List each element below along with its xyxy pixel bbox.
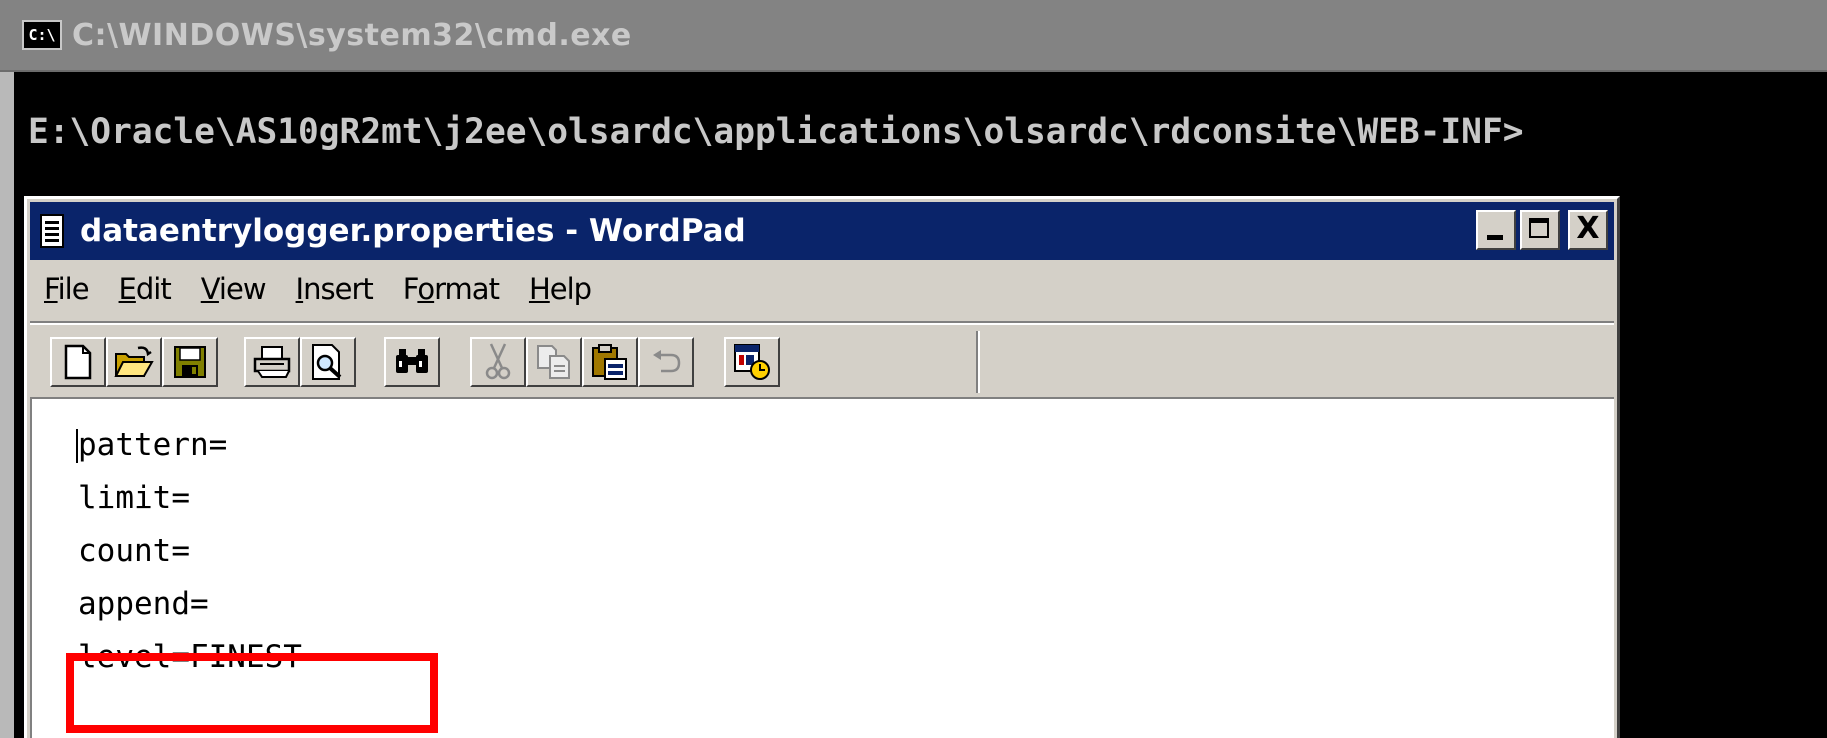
menu-edit[interactable]: Edit xyxy=(119,272,172,306)
new-document-icon xyxy=(64,344,92,380)
minimize-button[interactable] xyxy=(1476,210,1516,250)
paste-icon xyxy=(592,344,627,380)
print-button[interactable] xyxy=(244,337,300,387)
open-folder-icon xyxy=(114,346,154,377)
wordpad-document-icon xyxy=(40,214,64,248)
cmd-window-title: C:\WINDOWS\system32\cmd.exe xyxy=(72,17,632,53)
standard-toolbar xyxy=(38,331,980,393)
doc-line: pattern= xyxy=(78,427,228,463)
find-button[interactable] xyxy=(384,337,440,387)
paste-button[interactable] xyxy=(582,337,638,387)
print-preview-icon xyxy=(312,344,342,380)
save-disk-icon xyxy=(174,346,206,378)
menu-format[interactable]: Format xyxy=(403,272,500,306)
close-button[interactable]: X xyxy=(1568,210,1608,250)
wordpad-window: dataentrylogger.properties - WordPad X F… xyxy=(24,196,1620,738)
cmd-title-bar[interactable]: C:\ C:\WINDOWS\system32\cmd.exe xyxy=(0,0,1827,72)
doc-line: count= xyxy=(78,533,190,569)
document-editor[interactable]: pattern= limit= count= append= level=FINEST xyxy=(30,397,1614,738)
red-highlight-annotation xyxy=(66,653,438,733)
menu-bar: File Edit View Insert Format Help xyxy=(30,263,1614,315)
menu-file[interactable]: File xyxy=(44,272,90,306)
scissors-icon xyxy=(485,343,511,380)
doc-line: append= xyxy=(78,586,209,622)
new-button[interactable] xyxy=(50,337,106,387)
date-time-icon xyxy=(734,344,770,380)
printer-icon xyxy=(253,346,291,378)
wordpad-window-title: dataentrylogger.properties - WordPad xyxy=(80,213,746,249)
menu-insert[interactable]: Insert xyxy=(296,272,374,306)
cmd-prompt-line: E:\Oracle\AS10gR2mt\j2ee\olsardc\applica… xyxy=(28,112,1524,152)
save-button[interactable] xyxy=(162,337,218,387)
binoculars-icon xyxy=(396,349,428,373)
copy-button[interactable] xyxy=(526,337,582,387)
copy-icon xyxy=(537,345,570,379)
open-button[interactable] xyxy=(106,337,162,387)
cmd-app-icon: C:\ xyxy=(22,20,62,50)
menu-help[interactable]: Help xyxy=(529,272,592,306)
wordpad-title-bar[interactable]: dataentrylogger.properties - WordPad X xyxy=(30,202,1614,260)
undo-button[interactable] xyxy=(638,337,694,387)
document-text: pattern= limit= count= append= level=FINEST xyxy=(78,419,302,684)
menu-view[interactable]: View xyxy=(201,272,267,306)
undo-icon xyxy=(653,350,681,373)
toolbar-band xyxy=(30,321,1614,395)
cut-button[interactable] xyxy=(470,337,526,387)
window-controls: X xyxy=(1472,210,1608,250)
print-preview-button[interactable] xyxy=(300,337,356,387)
close-icon: X xyxy=(1576,211,1600,246)
maximize-button[interactable] xyxy=(1520,210,1560,250)
doc-line: limit= xyxy=(78,480,190,516)
date-time-button[interactable] xyxy=(724,337,780,387)
